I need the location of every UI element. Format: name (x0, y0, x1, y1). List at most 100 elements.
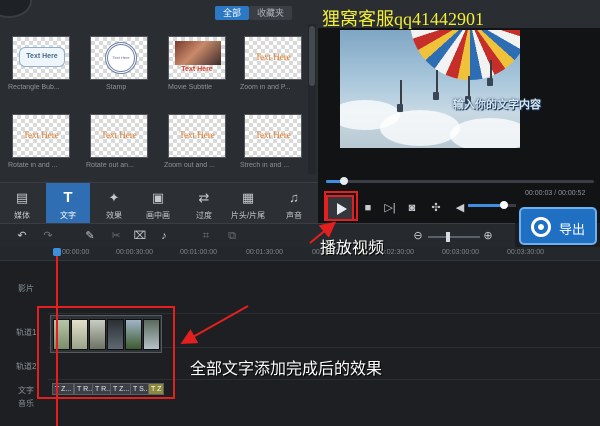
library-item-zoom-out[interactable]: Text Here Zoom out and ... (164, 114, 238, 169)
redo-icon: ↷ (43, 230, 53, 242)
library-item-label: Rotate out an... (86, 162, 134, 169)
undo-button[interactable]: ↶ (14, 228, 30, 244)
zoom-in-button[interactable]: ⊕ (480, 228, 496, 244)
func-effects-button[interactable]: ✦ 效果 (92, 183, 136, 224)
trash-icon: ⌧ (133, 230, 147, 242)
library-item-label: Zoom out and ... (164, 162, 215, 169)
library-item-label: Stamp (106, 84, 127, 91)
library-item-thumbnail: Text Here (12, 114, 70, 158)
func-intro-outro-button[interactable]: ▦ 片头/片尾 (226, 183, 270, 224)
redo-button[interactable]: ↷ (40, 228, 56, 244)
library-item-thumbnail: Text Here (90, 114, 148, 158)
preview-header: 狸窝客服qq41442901 (318, 0, 600, 29)
video-preview[interactable] (340, 30, 520, 148)
library-item-thumbnail: Text Here (90, 36, 148, 80)
cloud-shape (380, 110, 460, 146)
timeline-toolbar: ↶ ↷ ✎ ✂ ⌧ ♪ ⌗ ⧉ ⊖ ⊕ (0, 223, 515, 247)
swing-seat (487, 78, 493, 86)
volume-handle[interactable] (500, 201, 508, 209)
seek-handle[interactable] (340, 177, 348, 185)
carousel-canopy (410, 30, 520, 80)
library-item-thumbnail: Text Here (168, 36, 226, 80)
swing-chain (468, 76, 470, 98)
seek-bar[interactable] (326, 177, 594, 185)
speaker-icon: ◀ (455, 202, 465, 214)
media-icon: ▤ (15, 190, 29, 205)
func-label: 过度 (196, 211, 212, 220)
track-label-music: 音乐 (18, 399, 34, 408)
timeline-ruler[interactable]: 00:00:00 00:00:30:00 00:01:00:00 00:01:3… (0, 247, 600, 261)
library-item-label: Movie Subtitle (168, 84, 212, 91)
library-item-zoom-in-and-p[interactable]: Text Here Zoom in and P... (240, 36, 314, 91)
clapper-icon: ▦ (241, 190, 255, 205)
ruler-tick: 00:00:00 (62, 249, 90, 256)
func-label: 媒体 (14, 211, 30, 220)
library-item-strech-in[interactable]: Text Here Strech in and ... (240, 114, 314, 169)
edit-button[interactable]: ✎ (82, 228, 98, 244)
track-label-1: 轨道1 (16, 328, 37, 337)
preview-overlay-text: 输入你的文字内容 (453, 99, 541, 111)
stamp-sample-icon: Text Here (105, 42, 137, 74)
volume-slider[interactable] (468, 201, 516, 209)
tab-all[interactable]: 全部 (215, 6, 250, 20)
track-label-video: 影片 (18, 284, 34, 293)
func-text-button[interactable]: T 文字 (46, 183, 90, 224)
stop-button[interactable]: ■ (358, 198, 378, 218)
library-item-thumbnail: Text Here (168, 114, 226, 158)
text-sample: Text Here (112, 55, 130, 60)
picture-in-picture-icon: ▣ (151, 190, 165, 205)
highlight-box-play (324, 191, 358, 221)
track-label-2: 轨道2 (16, 362, 37, 371)
func-pip-button[interactable]: ▣ 画中画 (136, 183, 180, 224)
text-sample: Text Here (179, 130, 215, 140)
func-audio-button[interactable]: ♫ 声音 (272, 183, 316, 224)
zoom-handle[interactable] (446, 232, 450, 242)
cloud-shape (450, 118, 520, 148)
library-item-rotate-out[interactable]: Text Here Rotate out an... (86, 114, 160, 169)
func-label: 声音 (286, 211, 302, 220)
library-item-stamp[interactable]: Text Here Stamp (86, 36, 160, 91)
zoom-out-button[interactable]: ⊖ (410, 228, 426, 244)
fullscreen-icon: ✣ (431, 202, 441, 214)
stop-icon: ■ (364, 202, 372, 214)
library-filter-tabs: 全部 收藏夹 (215, 6, 293, 20)
scissors-icon: ✂ (111, 230, 121, 242)
function-bar: ▤ 媒体 T 文字 ✦ 效果 ▣ 画中画 ⇄ 过度 ▦ 片头/片尾 ♫ 声音 (0, 182, 318, 224)
library-item-rotate-in[interactable]: Text Here Rotate in and ... (8, 114, 82, 169)
library-item-movie-subtitle[interactable]: Text Here Movie Subtitle (164, 36, 238, 91)
swing-chain (400, 80, 402, 106)
detach-icon: ⧉ (228, 230, 236, 242)
playhead-handle[interactable] (53, 248, 61, 256)
cut-button[interactable]: ✂ (108, 228, 124, 244)
library-item-thumbnail: Text Here (12, 36, 70, 80)
watermark-text: 狸窝客服qq41442901 (322, 9, 484, 29)
library-item-thumbnail: Text Here (244, 36, 302, 80)
library-item-label: Rotate in and ... (8, 162, 58, 169)
scrollbar-thumb[interactable] (309, 26, 315, 86)
undo-icon: ↶ (17, 230, 27, 242)
fullscreen-button[interactable]: ✣ (426, 198, 446, 218)
annotation-play-video: 播放视频 (320, 240, 385, 257)
ruler-tick: 00:03:30:00 (507, 249, 544, 256)
detach-audio-button[interactable]: ⧉ (224, 228, 240, 244)
timeline-zoom-slider[interactable] (428, 232, 480, 242)
text-sample: Text Here (101, 130, 137, 140)
snapshot-button[interactable]: ◙ (402, 198, 422, 218)
record-voice-button[interactable]: ♪ (156, 228, 172, 244)
next-frame-button[interactable]: ▷| (380, 198, 400, 218)
zoom-in-icon: ⊕ (483, 230, 493, 242)
func-transition-button[interactable]: ⇄ 过度 (182, 183, 226, 224)
swing-seat (433, 92, 439, 100)
library-item-rectangle-bubble[interactable]: Text Here Rectangle Bub... (8, 36, 82, 91)
crop-button[interactable]: ⌗ (198, 228, 214, 244)
ruler-tick: 00:00:30:00 (116, 249, 153, 256)
library-scrollbar[interactable] (308, 24, 316, 174)
func-media-button[interactable]: ▤ 媒体 (0, 183, 44, 224)
camera-icon: ◙ (408, 202, 416, 214)
export-button[interactable]: 导出 (519, 207, 597, 245)
app-logo-icon (0, 0, 32, 18)
tab-favorites[interactable]: 收藏夹 (249, 6, 293, 20)
volume-button[interactable]: ◀ (450, 198, 470, 218)
delete-button[interactable]: ⌧ (132, 228, 148, 244)
text-sample: Text Here (255, 130, 291, 140)
